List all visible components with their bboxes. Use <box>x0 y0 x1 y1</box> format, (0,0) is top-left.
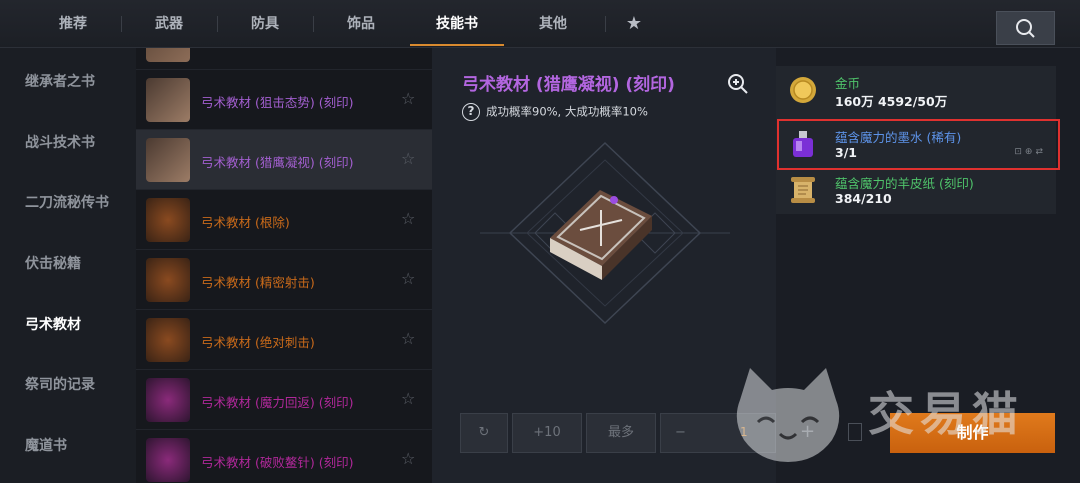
favorite-star-icon[interactable]: ☆ <box>401 389 415 408</box>
material-count: 160万 4592/50万 <box>835 94 948 109</box>
list-item[interactable]: 弓术教材 (狙击态势) (刻印) ☆ <box>136 70 432 130</box>
item-list: 弓术教材 (狙击态势) (刻印) ☆ 弓术教材 (猎鹰凝视) (刻印) ☆ 弓术… <box>136 48 432 483</box>
tab-recommended[interactable]: 推荐 <box>38 0 108 48</box>
list-item[interactable]: 弓术教材 (破败鳌针) (刻印) ☆ <box>136 430 432 483</box>
reset-button[interactable]: ↻ <box>460 413 508 453</box>
list-item[interactable]: 弓术教材 (绝对刺击) ☆ <box>136 310 432 370</box>
material-row-parchment[interactable]: 蕴含魔力的羊皮纸 (刻印) 384/210 <box>776 166 1056 214</box>
favorite-star-icon[interactable]: ☆ <box>401 329 415 348</box>
max-button[interactable]: 最多 <box>586 413 656 453</box>
tab-armor[interactable]: 防具 <box>230 0 300 48</box>
favorite-star-icon[interactable]: ☆ <box>401 449 415 468</box>
list-item[interactable]: 弓术教材 (精密射击) ☆ <box>136 250 432 310</box>
list-item-label: 弓术教材 (魔力回返) (刻印) <box>201 395 354 410</box>
search-button[interactable] <box>996 11 1055 45</box>
highlight-annotation-box <box>777 119 1060 170</box>
tab-divider <box>605 16 606 32</box>
list-item-label: 弓术教材 (破败鳌针) (刻印) <box>201 455 354 470</box>
list-item-label: 弓术教材 (绝对刺击) <box>201 335 315 350</box>
list-item-label: 弓术教材 (猎鹰凝视) (刻印) <box>201 155 354 170</box>
list-item-label: 弓术教材 (精密射击) <box>201 275 315 290</box>
watermark-text: 交易猫 <box>868 387 1024 441</box>
tab-divider <box>121 16 122 32</box>
book-thumbnail <box>146 198 190 242</box>
item-title: 弓术教材 (猎鹰凝视) (刻印) <box>462 75 675 95</box>
tab-divider <box>313 16 314 32</box>
top-tab-bar: 推荐 武器 防具 饰品 技能书 其他 ★ <box>0 0 1080 48</box>
list-item-selected[interactable]: 弓术教材 (猎鹰凝视) (刻印) ☆ <box>136 130 432 190</box>
tab-other[interactable]: 其他 <box>518 0 588 48</box>
favorite-star-icon[interactable]: ☆ <box>401 209 415 228</box>
book-illustration <box>480 141 730 325</box>
zoom-in-icon[interactable] <box>726 72 750 96</box>
sidebar-item-ambush[interactable]: 伏击秘籍 <box>25 253 81 273</box>
gold-coin-icon <box>790 77 816 103</box>
category-sidebar: 继承者之书 战斗技术书 二刀流秘传书 伏击秘籍 弓术教材 祭司的记录 魔道书 <box>0 48 136 483</box>
material-row-gold[interactable]: 金币 160万 4592/50万 <box>776 66 1056 114</box>
tab-accessories[interactable]: 饰品 <box>326 0 396 48</box>
minus-icon: − <box>675 425 686 440</box>
material-count: 384/210 <box>835 191 892 206</box>
book-thumbnail <box>146 78 190 122</box>
favorite-star-icon[interactable]: ☆ <box>401 149 415 168</box>
item-detail-panel: 弓术教材 (猎鹰凝视) (刻印) ? 成功概率90%, 大成功概率10% ↻ +1… <box>432 48 776 483</box>
list-item[interactable]: 弓术教材 (魔力回返) (刻印) ☆ <box>136 370 432 430</box>
cat-logo-icon <box>736 368 840 462</box>
book-icon <box>550 190 652 280</box>
help-icon[interactable]: ? <box>462 103 480 121</box>
sidebar-item-inheritor[interactable]: 继承者之书 <box>25 71 95 91</box>
book-thumbnail <box>146 138 190 182</box>
sidebar-item-grimoire[interactable]: 魔道书 <box>25 435 67 455</box>
list-item-label: 弓术教材 (狙击态势) (刻印) <box>201 95 354 110</box>
material-name: 金币 <box>835 76 861 91</box>
book-thumbnail <box>146 438 190 482</box>
success-rate-text: 成功概率90%, 大成功概率10% <box>486 104 648 119</box>
refresh-icon: ↻ <box>478 425 490 440</box>
favorite-star-icon[interactable]: ☆ <box>401 269 415 288</box>
tab-skill-books[interactable]: 技能书 <box>410 0 504 48</box>
search-icon <box>1016 19 1035 38</box>
favorites-star-icon[interactable]: ★ <box>622 10 646 38</box>
tab-divider <box>217 16 218 32</box>
sidebar-item-combat[interactable]: 战斗技术书 <box>25 132 95 152</box>
material-name: 蕴含魔力的羊皮纸 (刻印) <box>835 176 974 191</box>
favorite-star-icon[interactable]: ☆ <box>401 89 415 108</box>
parchment-scroll-icon <box>791 177 815 203</box>
sidebar-item-dual-blade[interactable]: 二刀流秘传书 <box>25 192 109 212</box>
watermark: 交易猫 <box>728 360 1058 470</box>
book-thumbnail <box>146 48 190 62</box>
list-item-label: 弓术教材 (根除) <box>201 215 290 230</box>
list-item[interactable]: 弓术教材 (根除) ☆ <box>136 190 432 250</box>
book-thumbnail <box>146 378 190 422</box>
book-thumbnail <box>146 318 190 362</box>
tab-weapons[interactable]: 武器 <box>134 0 204 48</box>
sidebar-item-archery[interactable]: 弓术教材 <box>25 314 81 334</box>
plus-ten-button[interactable]: +10 <box>512 413 582 453</box>
success-rate: ? 成功概率90%, 大成功概率10% <box>462 103 648 121</box>
book-thumbnail <box>146 258 190 302</box>
list-item-partial[interactable] <box>136 48 432 70</box>
sidebar-item-priest[interactable]: 祭司的记录 <box>25 374 95 394</box>
